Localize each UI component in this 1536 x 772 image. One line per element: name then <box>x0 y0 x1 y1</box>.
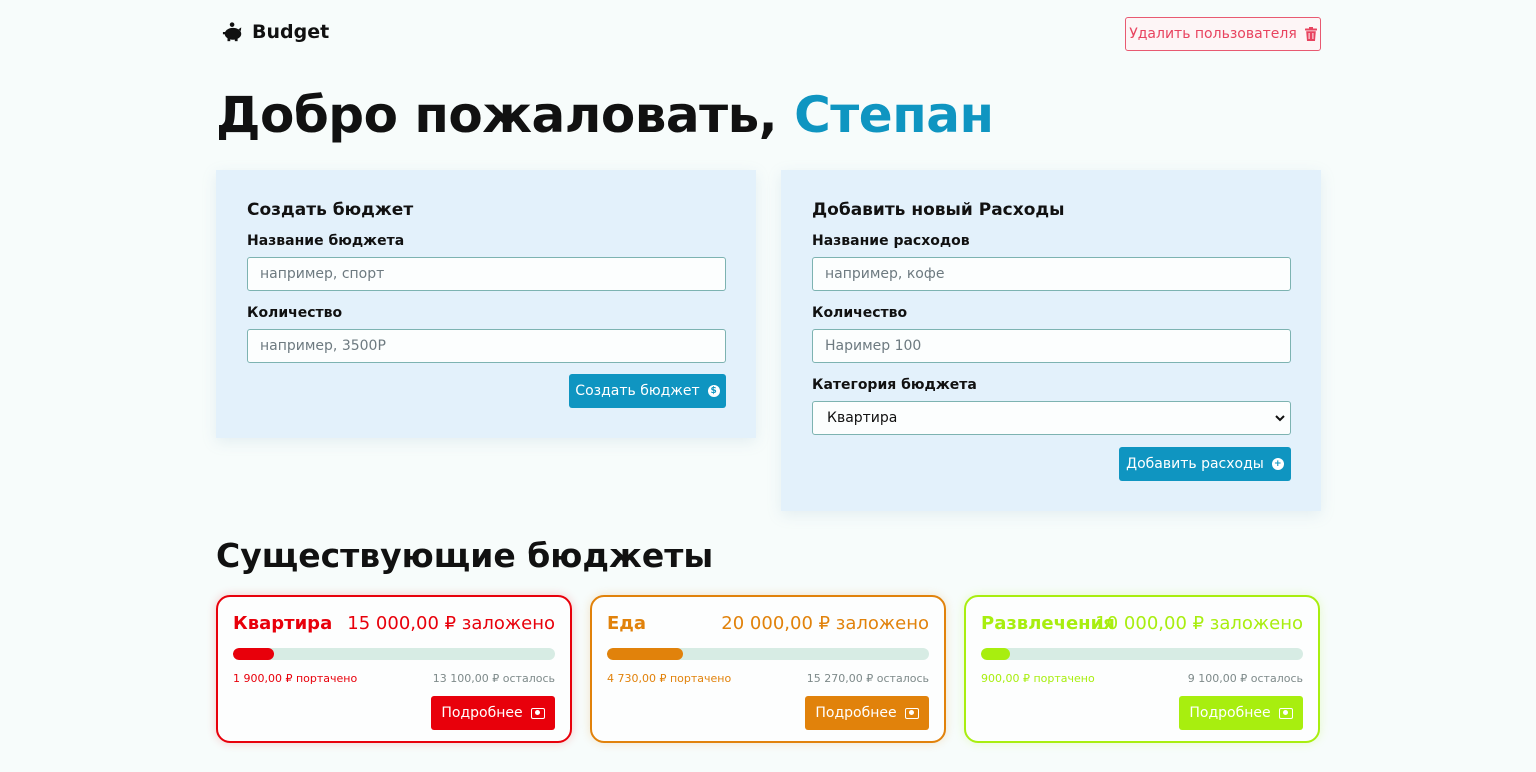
create-budget-title: Создать бюджет <box>247 200 414 220</box>
logo[interactable]: Budget <box>222 21 329 43</box>
budget-progress-bar <box>233 648 555 660</box>
budget-card-remaining: 13 100,00 ₽ осталось <box>432 672 555 685</box>
expense-amount-label: Количество <box>812 305 908 321</box>
budget-progress-fill <box>607 648 684 660</box>
welcome-greeting: Добро пожаловать, <box>216 86 778 144</box>
budget-card-spent: 1 900,00 ₽ портачено <box>233 672 358 685</box>
budget-card: Развлечения 10 000,00 ₽ заложено 900,00 … <box>964 595 1320 743</box>
budget-card: Квартира 15 000,00 ₽ заложено 1 900,00 ₽… <box>216 595 572 743</box>
money-icon <box>1278 707 1293 719</box>
expense-name-input[interactable] <box>812 257 1291 291</box>
delete-user-button[interactable]: Удалить пользователя <box>1125 17 1321 51</box>
expense-category-value: Квартира <box>827 410 898 426</box>
header: Budget Удалить пользователя <box>216 17 1321 53</box>
budget-card-name: Еда <box>607 613 646 634</box>
budget-progress-bar <box>981 648 1303 660</box>
expense-name-label: Название расходов <box>812 233 970 249</box>
budget-progress-bar <box>607 648 929 660</box>
expense-category-select[interactable]: Квартира <box>812 401 1291 435</box>
expense-amount-input[interactable] <box>812 329 1291 363</box>
budget-card-name: Квартира <box>233 613 333 634</box>
budget-details-button[interactable]: Подробнее <box>1179 696 1303 730</box>
create-budget-panel: Создать бюджет Название бюджета Количест… <box>216 170 756 438</box>
logo-text: Budget <box>252 21 330 43</box>
budget-progress-fill <box>233 648 274 660</box>
budget-progress-fill <box>981 648 1010 660</box>
dollar-circle-icon: $ <box>707 385 720 397</box>
budget-card-remaining: 9 100,00 ₽ осталось <box>1187 672 1303 685</box>
existing-budgets-title: Существующие бюджеты <box>216 536 714 575</box>
budget-name-label: Название бюджета <box>247 233 405 249</box>
budget-card: Еда 20 000,00 ₽ заложено 4 730,00 ₽ порт… <box>590 595 946 743</box>
budget-details-button[interactable]: Подробнее <box>805 696 929 730</box>
welcome-user-name: Степан <box>794 86 994 144</box>
chevron-down-icon <box>1275 415 1285 422</box>
budget-details-label: Подробнее <box>815 705 897 721</box>
budget-card-remaining: 15 270,00 ₽ осталось <box>806 672 929 685</box>
budget-amount-input[interactable] <box>247 329 726 363</box>
delete-user-label: Удалить пользователя <box>1129 26 1297 42</box>
budget-card-spent: 4 730,00 ₽ портачено <box>607 672 732 685</box>
add-expense-title: Добавить новый Расходы <box>812 200 1065 220</box>
add-expense-panel: Добавить новый Расходы Название расходов… <box>781 170 1321 511</box>
trash-icon <box>1304 27 1317 41</box>
welcome-heading: Добро пожаловать, Степан <box>216 86 994 144</box>
money-icon <box>530 707 545 719</box>
budget-details-label: Подробнее <box>441 705 523 721</box>
budget-card-amount: 10 000,00 ₽ заложено <box>1095 613 1303 634</box>
budget-name-input[interactable] <box>247 257 726 291</box>
budget-card-amount: 20 000,00 ₽ заложено <box>721 613 929 634</box>
budget-card-amount: 15 000,00 ₽ заложено <box>347 613 555 634</box>
budget-details-label: Подробнее <box>1189 705 1271 721</box>
money-icon <box>904 707 919 719</box>
expense-category-label: Категория бюджета <box>812 377 977 393</box>
create-budget-button-label: Создать бюджет <box>575 383 700 399</box>
budget-card-spent: 900,00 ₽ портачено <box>981 672 1095 685</box>
create-budget-button[interactable]: Создать бюджет $ <box>569 374 726 408</box>
add-expense-button-label: Добавить расходы <box>1126 456 1264 472</box>
budget-details-button[interactable]: Подробнее <box>431 696 555 730</box>
piggy-bank-icon <box>222 22 242 42</box>
add-expense-button[interactable]: Добавить расходы + <box>1119 447 1291 481</box>
budget-amount-label: Количество <box>247 305 343 321</box>
plus-circle-icon: + <box>1271 458 1284 470</box>
